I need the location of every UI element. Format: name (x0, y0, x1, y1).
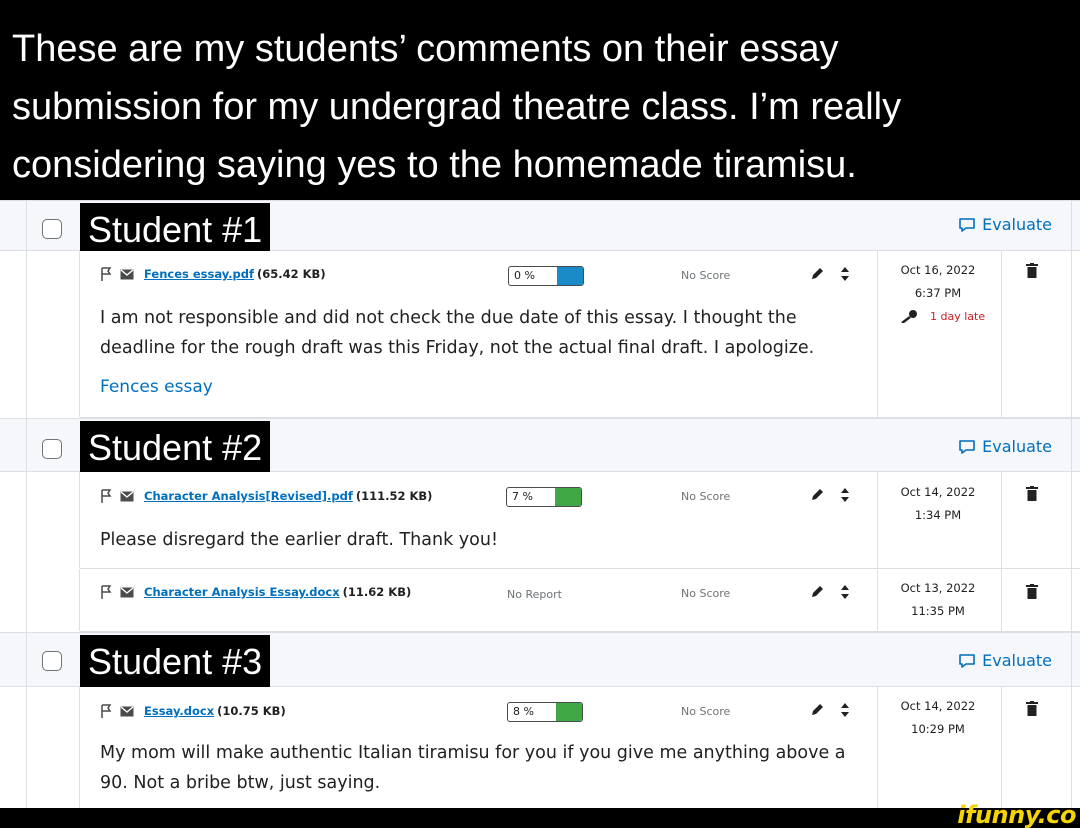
mail-icon[interactable] (120, 268, 134, 280)
select-student-checkbox[interactable] (42, 651, 62, 671)
trash-icon[interactable] (1026, 584, 1038, 599)
sort-arrows-icon[interactable] (838, 488, 852, 502)
footer-bar (0, 808, 1080, 828)
assignment-link[interactable]: Fences essay (100, 377, 213, 397)
sort-arrows-icon[interactable] (838, 703, 852, 717)
student-name: Student #2 (80, 421, 271, 473)
late-label: 1 day late (930, 309, 986, 323)
evaluate-label: Evaluate (982, 651, 1052, 670)
flag-icon[interactable] (100, 267, 112, 281)
pencil-icon[interactable] (810, 585, 824, 599)
student-header: Student #3 Evaluate (0, 632, 1080, 687)
submission-date: Oct 16, 2022 6:37 PM (876, 259, 1000, 305)
similarity-bar (556, 703, 582, 721)
trash-icon[interactable] (1026, 486, 1038, 501)
file-size: (11.62 KB) (342, 585, 412, 599)
evaluate-link[interactable]: Evaluate (958, 437, 1052, 456)
file-link[interactable]: Character Analysis Essay.docx (144, 585, 340, 599)
comment-icon (959, 439, 975, 454)
select-student-checkbox[interactable] (42, 439, 62, 459)
student-name: Student #3 (80, 635, 271, 687)
mail-icon[interactable] (120, 586, 134, 598)
date-day: Oct 14, 2022 (900, 485, 976, 499)
meme-caption: These are my students’ comments on their… (0, 0, 1080, 200)
no-score-label: No Score (681, 269, 731, 282)
caption-line: submission for my undergrad theatre clas… (12, 86, 902, 128)
file-size: (10.75 KB) (217, 704, 286, 718)
no-score-label: No Score (681, 705, 731, 718)
late-indicator: 1 day late (900, 309, 985, 323)
key-icon (901, 310, 917, 323)
submission-date: Oct 13, 2022 11:35 PM (876, 577, 1000, 623)
flag-icon[interactable] (100, 489, 112, 503)
file-line: Character Analysis[Revised].pdf (111.52 … (100, 489, 432, 503)
sort-arrows-icon[interactable] (838, 585, 852, 599)
date-time: 10:29 PM (911, 722, 965, 736)
flag-icon[interactable] (100, 585, 112, 599)
date-day: Oct 16, 2022 (900, 263, 976, 277)
select-student-checkbox[interactable] (42, 219, 62, 239)
evaluate-label: Evaluate (982, 215, 1052, 234)
file-link[interactable]: Fences essay.pdf (144, 267, 254, 281)
flag-icon[interactable] (100, 704, 112, 718)
file-link[interactable]: Character Analysis[Revised].pdf (144, 489, 353, 503)
student-comment: I am not responsible and did not check t… (100, 308, 815, 358)
student-header: Student #2 Evaluate (0, 418, 1080, 473)
submission-date: Oct 14, 2022 1:34 PM (876, 481, 1000, 527)
submission-date: Oct 14, 2022 10:29 PM (876, 695, 1000, 741)
evaluate-link[interactable]: Evaluate (958, 651, 1052, 670)
similarity-bar (557, 267, 583, 285)
student-comment: Please disregard the earlier draft. Than… (100, 530, 498, 550)
comment-icon (959, 217, 975, 232)
student-header: Student #1 Evaluate (0, 200, 1080, 255)
no-report-label: No Report (507, 588, 562, 601)
student-comment: My mom will make authentic Italian tiram… (100, 743, 846, 793)
trash-icon[interactable] (1026, 263, 1038, 278)
file-line: Character Analysis Essay.docx (11.62 KB) (100, 585, 411, 599)
similarity-bar (555, 488, 581, 506)
file-size: (65.42 KB) (257, 267, 326, 281)
mail-icon[interactable] (120, 705, 134, 717)
date-time: 1:34 PM (914, 508, 962, 522)
submissions-panel: Student #1 Evaluate Fences essay.pdf (65… (0, 200, 1080, 808)
date-day: Oct 13, 2022 (900, 581, 976, 595)
sort-arrows-icon[interactable] (838, 267, 852, 281)
file-link[interactable]: Essay.docx (144, 704, 214, 718)
caption-line: These are my students’ comments on their… (12, 28, 839, 70)
file-line: Fences essay.pdf (65.42 KB) (100, 267, 326, 281)
similarity-percent: 7 % (512, 490, 533, 503)
similarity-score-box[interactable]: 8 % (507, 702, 583, 722)
date-time: 6:37 PM (914, 286, 962, 300)
no-score-label: No Score (681, 490, 731, 503)
pencil-icon[interactable] (810, 703, 824, 717)
evaluate-link[interactable]: Evaluate (958, 215, 1052, 234)
submission-row: Character Analysis Essay.docx (11.62 KB)… (0, 569, 1080, 632)
similarity-score-box[interactable]: 7 % (506, 487, 582, 507)
pencil-icon[interactable] (810, 488, 824, 502)
submission-row: Fences essay.pdf (65.42 KB) 0 % No Score… (0, 251, 1080, 418)
file-line: Essay.docx (10.75 KB) (100, 704, 286, 718)
trash-icon[interactable] (1026, 701, 1038, 716)
submission-row: Essay.docx (10.75 KB) 8 % No Score My mo… (0, 687, 1080, 808)
submission-row: Character Analysis[Revised].pdf (111.52 … (0, 472, 1080, 569)
similarity-percent: 0 % (514, 269, 535, 282)
caption-line: considering saying yes to the homemade t… (12, 144, 857, 186)
watermark-logo: ifunny.co (957, 801, 1076, 828)
similarity-score-box[interactable]: 0 % (508, 266, 584, 286)
similarity-percent: 8 % (513, 705, 534, 718)
date-time: 11:35 PM (911, 604, 965, 618)
no-score-label: No Score (681, 587, 731, 600)
file-size: (111.52 KB) (355, 489, 433, 503)
evaluate-label: Evaluate (982, 437, 1052, 456)
date-day: Oct 14, 2022 (900, 699, 976, 713)
mail-icon[interactable] (120, 490, 134, 502)
student-name: Student #1 (80, 203, 271, 255)
pencil-icon[interactable] (810, 267, 824, 281)
comment-icon (959, 653, 975, 668)
